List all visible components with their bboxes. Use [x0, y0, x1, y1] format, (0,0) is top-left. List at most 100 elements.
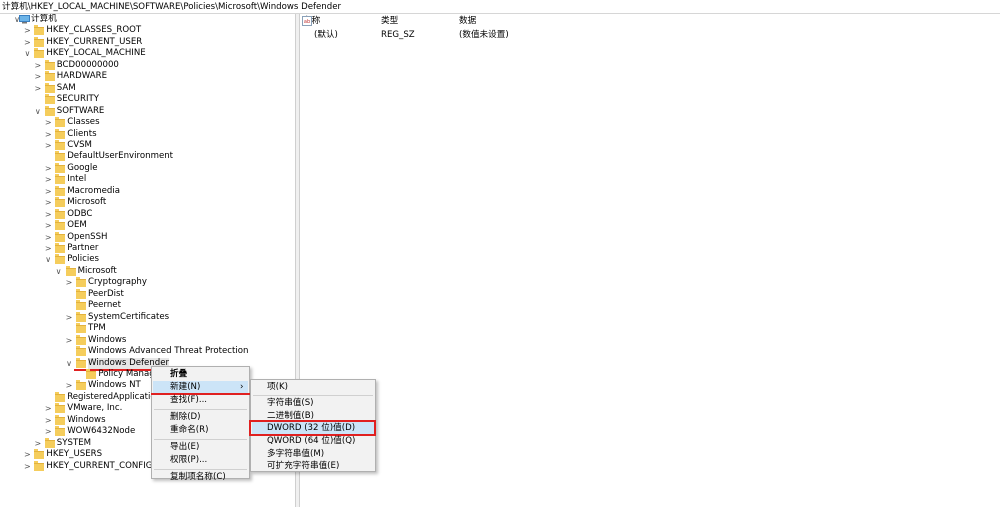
- tree-node-label: WOW6432Node: [67, 426, 136, 437]
- expand-chevron-icon[interactable]: >: [23, 25, 31, 36]
- tree-node[interactable]: ∨ Windows Defender: [0, 357, 295, 371]
- expand-chevron-icon[interactable]: >: [44, 403, 52, 414]
- expand-chevron-icon[interactable]: >: [44, 174, 52, 185]
- expand-chevron-icon[interactable]: >: [44, 140, 52, 151]
- folder-icon: [55, 403, 66, 414]
- tree-node[interactable]: > ODBC: [0, 208, 295, 220]
- tree-node[interactable]: TPM: [0, 323, 295, 334]
- menu-item[interactable]: 可扩充字符串值(E): [267, 460, 339, 472]
- tree-node[interactable]: > Classes: [0, 117, 295, 128]
- tree-node[interactable]: ∨ Microsoft: [0, 265, 295, 277]
- menu-separator: [154, 468, 247, 470]
- tree-node[interactable]: > Cryptography: [0, 277, 295, 288]
- expand-chevron-icon[interactable]: >: [44, 243, 52, 254]
- expand-chevron-icon[interactable]: >: [34, 83, 42, 94]
- expand-chevron-icon[interactable]: >: [44, 186, 52, 197]
- collapse-chevron-icon[interactable]: ∨: [65, 358, 73, 369]
- folder-icon: [86, 368, 97, 379]
- tree-node[interactable]: > SystemCertificates: [0, 311, 295, 323]
- menu-item[interactable]: 重命名(R): [170, 424, 208, 436]
- expand-chevron-icon[interactable]: >: [44, 117, 52, 128]
- expand-chevron-icon[interactable]: >: [44, 163, 52, 174]
- expand-chevron-icon[interactable]: >: [44, 426, 52, 437]
- tree-node[interactable]: ∨ 计算机: [0, 14, 295, 25]
- expand-chevron-icon[interactable]: >: [44, 220, 52, 231]
- tree-node[interactable]: > Partner: [0, 243, 295, 254]
- tree-node[interactable]: Windows Advanced Threat Protection: [0, 346, 295, 357]
- collapse-chevron-icon[interactable]: ∨: [23, 48, 31, 59]
- expand-chevron-icon[interactable]: >: [34, 438, 42, 449]
- tree-node[interactable]: > Clients: [0, 128, 295, 140]
- tree-node[interactable]: > CVSM: [0, 139, 295, 151]
- tree-node-label: Intel: [67, 174, 87, 185]
- tree-node[interactable]: > HARDWARE: [0, 71, 295, 82]
- menu-item[interactable]: QWORD (64 位)值(Q): [267, 435, 355, 447]
- menu-item[interactable]: 权限(P)...: [170, 454, 207, 466]
- expand-chevron-icon[interactable]: >: [44, 209, 52, 220]
- tree-node-label: HKEY_USERS: [46, 449, 103, 460]
- menu-item[interactable]: 项(K): [267, 381, 288, 393]
- tree-node[interactable]: ∨ Policies: [0, 254, 295, 265]
- tree-node[interactable]: > OpenSSH: [0, 231, 295, 243]
- folder-icon: [65, 265, 76, 276]
- tree-node[interactable]: Peernet: [0, 300, 295, 311]
- menu-item[interactable]: 导出(E): [170, 441, 199, 453]
- tree-node[interactable]: SECURITY: [0, 94, 295, 105]
- menu-item[interactable]: DWORD (32 位)值(D): [267, 422, 355, 434]
- value-list[interactable]: [300, 14, 1000, 507]
- expand-chevron-icon[interactable]: >: [44, 232, 52, 243]
- tree-node-label: Microsoft: [67, 197, 107, 208]
- tree-node[interactable]: > HKEY_CLASSES_ROOT: [0, 25, 295, 36]
- expand-chevron-icon[interactable]: >: [23, 461, 31, 472]
- address-path: 计算机\HKEY_LOCAL_MACHINE\SOFTWARE\Policies…: [2, 2, 342, 12]
- expand-chevron-icon[interactable]: >: [44, 415, 52, 426]
- menu-item[interactable]: 删除(D): [170, 411, 201, 423]
- tree-node[interactable]: > HKEY_CURRENT_USER: [0, 36, 295, 48]
- folder-icon: [76, 300, 86, 311]
- expand-chevron-icon[interactable]: >: [23, 37, 31, 48]
- column-header-type[interactable]: 类型: [381, 16, 398, 27]
- expand-chevron-icon[interactable]: >: [65, 335, 73, 346]
- tree-node[interactable]: DefaultUserEnvironment: [0, 151, 295, 162]
- menu-item[interactable]: 复制项名称(C): [170, 471, 226, 483]
- address-bar[interactable]: 计算机\HKEY_LOCAL_MACHINE\SOFTWARE\Policies…: [0, 0, 1000, 14]
- folder-icon: [55, 117, 66, 128]
- tree-node[interactable]: > Google: [0, 162, 295, 174]
- expand-chevron-icon[interactable]: >: [44, 197, 52, 208]
- tree-node[interactable]: > Intel: [0, 174, 295, 185]
- tree-node-label: Windows NT: [88, 380, 141, 391]
- collapse-chevron-icon[interactable]: ∨: [34, 106, 42, 117]
- expand-chevron-icon[interactable]: >: [34, 60, 42, 71]
- menu-item[interactable]: 折叠: [170, 368, 187, 380]
- menu-item[interactable]: 字符串值(S): [267, 397, 314, 409]
- tree-node-label: Windows: [67, 414, 106, 425]
- string-value-icon: ab: [302, 16, 312, 26]
- tree-node[interactable]: > Windows: [0, 334, 295, 346]
- tree-node-label: Google: [67, 162, 98, 173]
- column-header-data[interactable]: 数据: [459, 16, 476, 27]
- tree-node[interactable]: > BCD00000000: [0, 59, 295, 71]
- tree-node[interactable]: > Microsoft: [0, 197, 295, 208]
- tree-node[interactable]: > OEM: [0, 220, 295, 231]
- menu-item[interactable]: 新建(N): [170, 381, 200, 393]
- expand-chevron-icon[interactable]: >: [44, 129, 52, 140]
- tree-node[interactable]: ∨ SOFTWARE: [0, 105, 295, 117]
- tree-node[interactable]: > Macromedia: [0, 185, 295, 197]
- tree-node-label: HKEY_LOCAL_MACHINE: [46, 48, 146, 59]
- expand-chevron-icon[interactable]: >: [65, 380, 73, 391]
- expand-chevron-icon[interactable]: >: [65, 312, 73, 323]
- tree-node[interactable]: > SAM: [0, 82, 295, 94]
- tree-node[interactable]: PeerDist: [0, 288, 295, 300]
- tree-node[interactable]: ∨ HKEY_LOCAL_MACHINE: [0, 48, 295, 59]
- menu-item[interactable]: 多字符串值(M): [267, 448, 324, 460]
- folder-icon: [34, 48, 45, 59]
- collapse-chevron-icon[interactable]: ∨: [55, 266, 63, 277]
- expand-chevron-icon[interactable]: >: [34, 71, 42, 82]
- folder-icon: [55, 254, 66, 265]
- collapse-chevron-icon[interactable]: ∨: [44, 254, 52, 265]
- folder-icon: [55, 391, 66, 402]
- expand-chevron-icon[interactable]: >: [23, 449, 31, 460]
- value-data: (数值未设置): [459, 30, 509, 40]
- menu-item[interactable]: 查找(F)...: [170, 394, 207, 406]
- expand-chevron-icon[interactable]: >: [65, 277, 73, 288]
